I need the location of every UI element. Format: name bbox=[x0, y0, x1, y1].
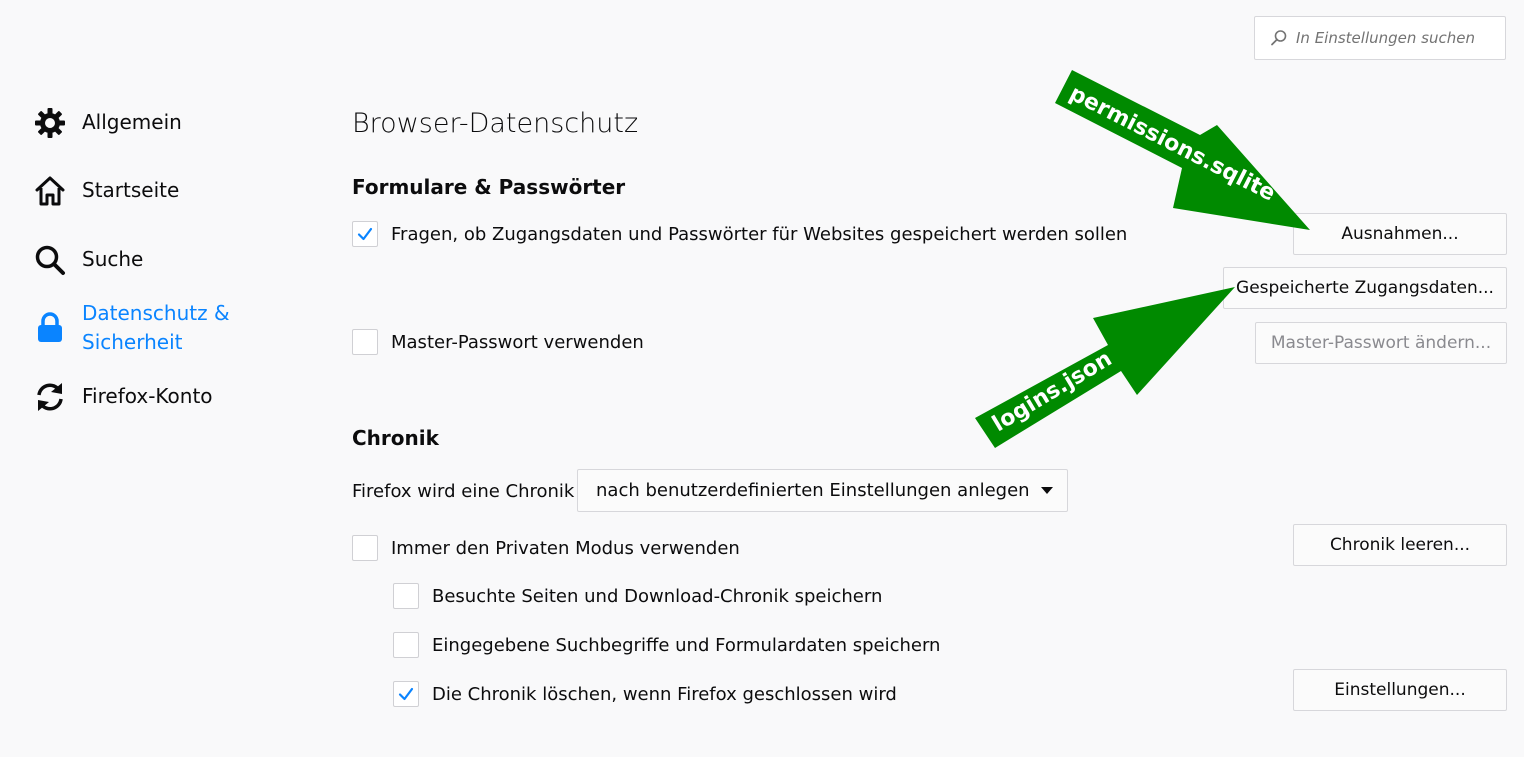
search-icon bbox=[1270, 29, 1288, 47]
history-mode-select[interactable]: nach benutzerdefinierten Einstellungen a… bbox=[577, 469, 1068, 512]
checkmark-icon bbox=[398, 687, 414, 701]
change-master-password-button[interactable]: Master-Passwort ändern... bbox=[1255, 322, 1507, 364]
master-password-checkbox[interactable] bbox=[352, 329, 378, 355]
history-mode-value: nach benutzerdefinierten Einstellungen a… bbox=[596, 480, 1030, 501]
sidebar-item-label: Allgemein bbox=[82, 110, 182, 134]
sidebar-item-label: Firefox-Konto bbox=[82, 384, 213, 408]
private-mode-row[interactable]: Immer den Privaten Modus verwenden bbox=[352, 535, 740, 561]
sync-icon bbox=[33, 380, 67, 414]
sidebar-item-home[interactable]: Startseite bbox=[33, 176, 179, 208]
search-icon bbox=[33, 243, 67, 277]
page-title: Browser-Datenschutz bbox=[352, 108, 639, 139]
ask-save-logins-row[interactable]: Fragen, ob Zugangsdaten und Passwörter f… bbox=[352, 221, 1127, 247]
remember-history-label: Besuchte Seiten und Download-Chronik spe… bbox=[432, 585, 883, 607]
search-box[interactable] bbox=[1254, 16, 1506, 60]
saved-logins-button[interactable]: Gespeicherte Zugangsdaten... bbox=[1223, 267, 1507, 309]
private-mode-checkbox[interactable] bbox=[352, 535, 378, 561]
history-settings-button[interactable]: Einstellungen... bbox=[1293, 669, 1507, 711]
home-icon bbox=[33, 174, 67, 208]
section-heading-forms: Formulare & Passwörter bbox=[352, 175, 626, 199]
checkmark-icon bbox=[357, 227, 373, 241]
dropdown-arrow-icon bbox=[1041, 487, 1053, 494]
history-mode-label: Firefox wird eine Chronik bbox=[352, 481, 575, 502]
preferences-page: Allgemein Startseite Suche Datenschutz & bbox=[0, 0, 1524, 757]
private-mode-label: Immer den Privaten Modus verwenden bbox=[391, 537, 740, 559]
sidebar-item-firefox-account[interactable]: Firefox-Konto bbox=[33, 382, 213, 414]
arrow-permissions-sqlite: permissions.sqlite bbox=[1055, 70, 1310, 230]
master-password-row[interactable]: Master-Passwort verwenden bbox=[352, 329, 644, 355]
clear-history-button[interactable]: Chronik leeren... bbox=[1293, 524, 1507, 566]
sidebar-item-privacy-security[interactable]: Datenschutz & Sicherheit bbox=[33, 299, 230, 357]
clear-on-close-row[interactable]: Die Chronik löschen, wenn Firefox geschl… bbox=[393, 681, 897, 707]
sidebar-item-label: Datenschutz & Sicherheit bbox=[82, 301, 230, 354]
gear-icon bbox=[33, 106, 67, 140]
section-heading-history: Chronik bbox=[352, 426, 439, 450]
lock-icon bbox=[33, 311, 67, 345]
sidebar-item-search[interactable]: Suche bbox=[33, 245, 143, 277]
remember-history-checkbox[interactable] bbox=[393, 583, 419, 609]
arrow-logins-json-label: logins.json bbox=[988, 346, 1116, 437]
ask-save-logins-label: Fragen, ob Zugangsdaten und Passwörter f… bbox=[391, 223, 1128, 245]
remember-forms-row[interactable]: Eingegebene Suchbegriffe und Formulardat… bbox=[393, 632, 940, 658]
sidebar-item-general[interactable]: Allgemein bbox=[33, 108, 182, 140]
clear-on-close-checkbox[interactable] bbox=[393, 681, 419, 707]
arrow-logins-json: logins.json bbox=[975, 287, 1235, 448]
exceptions-button[interactable]: Ausnahmen... bbox=[1293, 213, 1507, 255]
sidebar-item-label: Suche bbox=[82, 247, 144, 271]
clear-on-close-label: Die Chronik löschen, wenn Firefox geschl… bbox=[432, 683, 897, 705]
master-password-label: Master-Passwort verwenden bbox=[391, 331, 644, 353]
remember-forms-checkbox[interactable] bbox=[393, 632, 419, 658]
search-input[interactable] bbox=[1296, 29, 1496, 47]
sidebar-item-label: Startseite bbox=[82, 178, 180, 202]
remember-forms-label: Eingegebene Suchbegriffe und Formulardat… bbox=[432, 634, 941, 656]
remember-history-row[interactable]: Besuchte Seiten und Download-Chronik spe… bbox=[393, 583, 882, 609]
ask-save-logins-checkbox[interactable] bbox=[352, 221, 378, 247]
arrow-permissions-sqlite-label: permissions.sqlite bbox=[1065, 81, 1279, 206]
